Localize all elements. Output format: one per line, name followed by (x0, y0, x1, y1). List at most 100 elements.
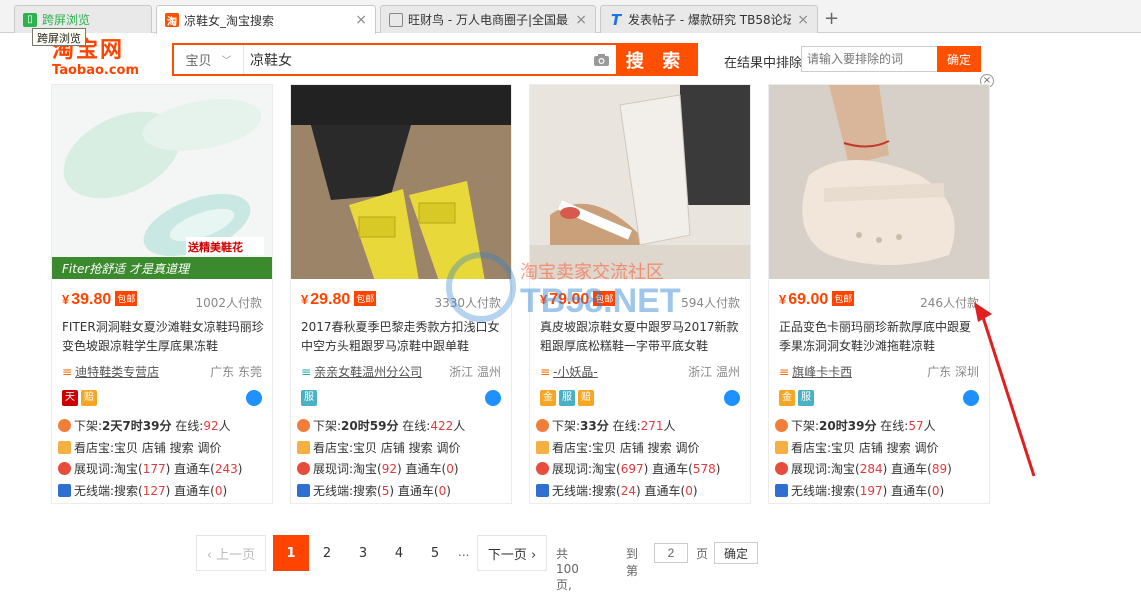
location: 浙江 温州 (688, 365, 740, 379)
price: ¥29.80 包邮 (301, 291, 377, 309)
wireless-row: 无线端:搜索(24) 直通车(0) (536, 482, 698, 499)
shop-icon: ≡ (540, 365, 551, 379)
goto-page-input[interactable] (654, 543, 688, 563)
shop-link[interactable]: ≡ -小妖晶- (540, 363, 598, 380)
new-tab-button[interactable]: + (824, 8, 839, 29)
free-shipping-badge: 包邮 (115, 291, 138, 306)
wireless-row: 无线端:搜索(197) 直通车(0) (775, 482, 944, 499)
mobile-icon (536, 484, 549, 497)
show-end: ) (715, 462, 721, 476)
show-mid: ) 直通车( (397, 462, 447, 476)
wireless-label: 无线端:搜索( (313, 484, 382, 498)
shop-link[interactable]: ≡ 迪特鞋类专营店 (62, 363, 159, 380)
shop-link[interactable]: ≡ 旗峰卡卡西 (779, 363, 852, 380)
offline-label: 下架: (74, 419, 103, 433)
tab-close-icon[interactable]: × (797, 12, 809, 28)
wireless-count: 197 (859, 484, 883, 498)
product-title[interactable]: 正品变色卡丽玛丽珍新款厚底中跟夏季果冻洞洞女鞋沙滩拖鞋凉鞋 (779, 318, 981, 358)
service-icon[interactable]: 服 (301, 390, 317, 406)
mobile-icon (297, 484, 310, 497)
gold-seller-icon[interactable]: 金 (540, 390, 556, 406)
exclude-input[interactable] (801, 46, 938, 72)
t-icon: T (610, 10, 622, 29)
exclude-confirm-button[interactable]: 确定 (937, 46, 981, 72)
service-icon[interactable]: 服 (559, 390, 575, 406)
show-end: ) (947, 462, 952, 476)
watermark-logo-icon (446, 252, 516, 322)
store-tools[interactable]: 看店宝:宝贝 店铺 搜索 调价 (313, 441, 461, 455)
product-image[interactable] (291, 85, 511, 279)
show-label: 展现词:淘宝( (791, 462, 860, 476)
shop-link[interactable]: ≡ 亲亲女鞋温州分公司 (301, 363, 422, 380)
product-card[interactable]: 送精美鞋花 Fiter抢舒适 才是真道理 ¥39.80 包邮 1002人付款 FI… (51, 84, 273, 504)
sales-count: 594人付款 (681, 296, 740, 310)
product-title[interactable]: 真皮坡跟凉鞋女夏中跟罗马2017新款粗跟厚底松糕鞋一字带平底女鞋 (540, 318, 742, 358)
store-tools[interactable]: 看店宝:宝贝 店铺 搜索 调价 (74, 441, 222, 455)
product-image[interactable] (530, 85, 750, 279)
product-title[interactable]: 2017春秋夏季巴黎走秀款方扣浅口女中空方头粗跟罗马凉鞋中跟单鞋 (301, 318, 503, 358)
show-ztc: 578 (692, 462, 716, 476)
show-words-row: 展现词:淘宝(92) 直通车(0) (297, 460, 459, 477)
gold-seller-icon[interactable]: 金 (779, 390, 795, 406)
badges: 服 (301, 390, 317, 406)
price-value: 29.80 (310, 291, 351, 308)
search-input[interactable] (244, 45, 586, 74)
browser-tab-bar: ▯ 跨屏浏览 淘 凉鞋女_淘宝搜索 × 旺财鸟 - 万人电商圈子|全国最大 × … (0, 0, 1141, 34)
show-words-row: 展现词:淘宝(284) 直通车(89) (775, 460, 952, 477)
next-page-button[interactable]: 下一页 › (477, 535, 547, 571)
show-mid: ) 直通车( (882, 462, 932, 476)
wangwang-icon[interactable] (246, 390, 262, 406)
camera-icon[interactable] (586, 45, 616, 74)
show-label: 展现词:淘宝( (552, 462, 621, 476)
store-tools[interactable]: 看店宝:宝贝 店铺 搜索 调价 (552, 441, 700, 455)
page-4[interactable]: 4 (381, 535, 417, 571)
tab-taobao-search[interactable]: 淘 凉鞋女_淘宝搜索 × (156, 5, 376, 34)
store-tools-row[interactable]: 看店宝:宝贝 店铺 搜索 调价 (58, 439, 222, 456)
tab-close-icon[interactable]: × (355, 12, 367, 28)
page-2[interactable]: 2 (309, 535, 345, 571)
sales-count: 1002人付款 (195, 296, 262, 310)
prev-page-button[interactable]: ‹ 上一页 (196, 535, 266, 571)
tab-close-icon[interactable]: × (575, 12, 587, 28)
store-tools-row[interactable]: 看店宝:宝贝 店铺 搜索 调价 (536, 439, 700, 456)
price: ¥69.00 包邮 (779, 291, 855, 309)
show-ztc: 243 (214, 462, 238, 476)
compensation-icon[interactable]: 赔 (578, 390, 594, 406)
price-value: 69.00 (788, 291, 829, 308)
taobao-logo[interactable]: 淘宝网 Taobao.com (52, 40, 164, 80)
product-image[interactable] (769, 85, 989, 279)
wireless-end: ) (222, 484, 228, 498)
product-title[interactable]: FITER洞洞鞋女夏沙滩鞋女凉鞋玛丽珍变色坡跟凉鞋学生厚底果冻鞋 (62, 318, 264, 358)
tab-tb58-forum[interactable]: T 发表帖子 - 爆款研究 TB58论坛 × (600, 5, 818, 33)
tab-title: 跨屏浏览 (42, 13, 91, 27)
store-tools-row[interactable]: 看店宝:宝贝 店铺 搜索 调价 (297, 439, 461, 456)
currency: ¥ (301, 292, 309, 307)
goto-confirm-button[interactable]: 确定 (714, 542, 758, 564)
search-type-dropdown[interactable]: 宝贝 ﹀ (174, 45, 244, 74)
wangwang-icon[interactable] (485, 390, 501, 406)
shop-name: -小妖晶- (553, 365, 598, 379)
store-tools[interactable]: 看店宝:宝贝 店铺 搜索 调价 (791, 441, 939, 455)
show-end: ) (237, 462, 243, 476)
location: 浙江 温州 (449, 365, 501, 379)
wireless-mid: ) 直通车( (882, 484, 932, 498)
page-1[interactable]: 1 (273, 535, 309, 571)
store-tools-row[interactable]: 看店宝:宝贝 店铺 搜索 调价 (775, 439, 939, 456)
product-image[interactable]: 送精美鞋花 Fiter抢舒适 才是真道理 (52, 85, 272, 279)
compensation-icon[interactable]: 赔 (81, 390, 97, 406)
tmall-icon[interactable]: 天 (62, 390, 78, 406)
user-icon (58, 462, 71, 475)
search-button[interactable]: 搜 索 (616, 45, 696, 74)
page-3[interactable]: 3 (345, 535, 381, 571)
user-icon (536, 462, 549, 475)
tab-wangcainiao[interactable]: 旺财鸟 - 万人电商圈子|全国最大 × (380, 5, 596, 33)
service-icon[interactable]: 服 (798, 390, 814, 406)
page-5[interactable]: 5 (417, 535, 453, 571)
wireless-end: ) (692, 484, 698, 498)
wangwang-icon[interactable] (724, 390, 740, 406)
mail-icon (536, 441, 549, 454)
product-card[interactable]: ¥69.00 包邮 246人付款 正品变色卡丽玛丽珍新款厚底中跟夏季果冻洞洞女鞋沙… (768, 84, 990, 504)
show-words-row: 展现词:淘宝(697) 直通车(578) (536, 460, 720, 477)
mobile-icon (58, 484, 71, 497)
offline-time-row: 下架:20时59分 在线:422人 (297, 417, 465, 434)
